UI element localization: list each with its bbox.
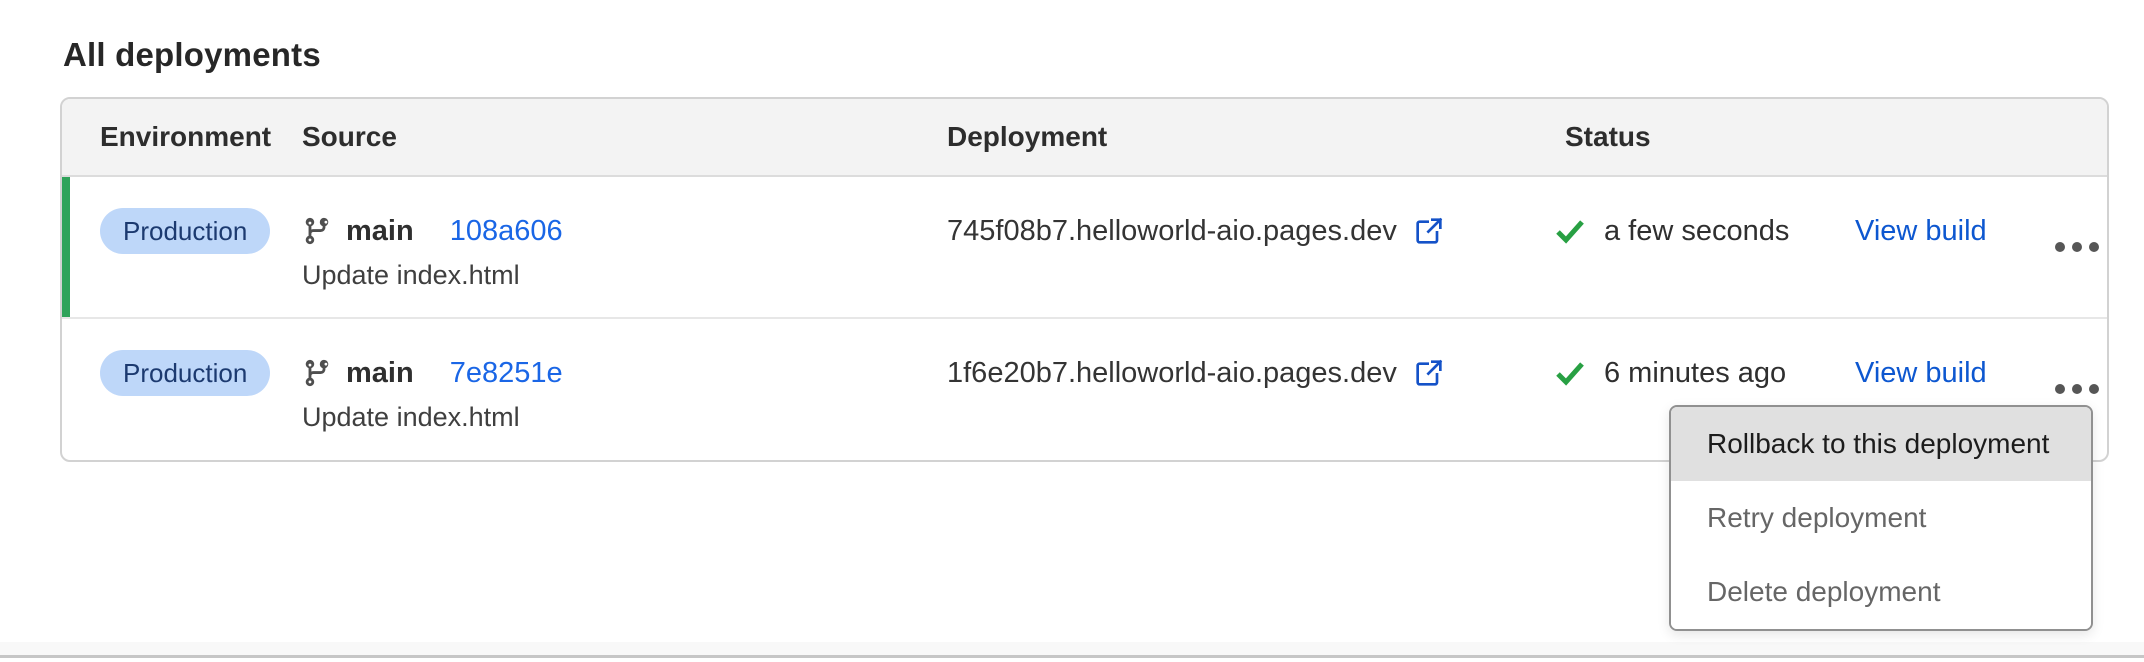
commit-message: Update index.html: [302, 260, 947, 291]
deployment-url: 745f08b7.helloworld-aio.pages.dev: [947, 215, 1397, 248]
deployment-row-latest: Production main 108a606 Update index.htm…: [62, 177, 2107, 319]
environment-cell: Production: [100, 319, 302, 460]
status-time: 6 minutes ago: [1604, 357, 1786, 390]
environment-badge: Production: [100, 350, 270, 396]
success-check-icon: [1554, 215, 1586, 247]
row-actions-menu-button[interactable]: [2055, 384, 2099, 394]
page-title: All deployments: [63, 36, 321, 74]
branch-name: main: [346, 215, 414, 248]
environment-badge: Production: [100, 208, 270, 254]
menu-item-delete[interactable]: Delete deployment: [1671, 555, 2091, 629]
commit-link[interactable]: 108a606: [450, 215, 563, 248]
deployment-url: 1f6e20b7.helloworld-aio.pages.dev: [947, 357, 1397, 390]
table-header-row: Environment Source Deployment Status: [62, 99, 2107, 177]
branch-name: main: [346, 357, 414, 390]
column-header-status: Status: [1565, 121, 1855, 153]
current-deployment-indicator-bar: [62, 177, 70, 317]
git-branch-icon: [302, 216, 332, 246]
source-cell: main 108a606 Update index.html: [302, 177, 947, 317]
environment-cell: Production: [100, 177, 302, 317]
status-time: a few seconds: [1604, 215, 1789, 248]
success-check-icon: [1554, 357, 1586, 389]
status-cell: a few seconds: [1554, 177, 1855, 317]
deployment-cell: 745f08b7.helloworld-aio.pages.dev: [947, 177, 1554, 317]
column-header-environment: Environment: [100, 121, 302, 153]
row-actions-cell: [2052, 177, 2107, 317]
column-header-deployment: Deployment: [947, 121, 1554, 153]
external-link-icon[interactable]: [1413, 215, 1445, 247]
bottom-divider: [0, 642, 2144, 658]
external-link-icon[interactable]: [1413, 357, 1445, 389]
commit-message: Update index.html: [302, 402, 947, 433]
deployment-cell: 1f6e20b7.helloworld-aio.pages.dev: [947, 319, 1554, 460]
source-cell: main 7e8251e Update index.html: [302, 319, 947, 460]
git-branch-icon: [302, 358, 332, 388]
view-build-cell: View build: [1855, 177, 2052, 317]
row-actions-menu-button[interactable]: [2055, 242, 2099, 252]
menu-item-rollback[interactable]: Rollback to this deployment: [1671, 407, 2091, 481]
deployment-actions-menu: Rollback to this deployment Retry deploy…: [1669, 405, 2093, 631]
view-build-link[interactable]: View build: [1855, 357, 1987, 390]
view-build-link[interactable]: View build: [1855, 215, 1987, 248]
menu-item-retry[interactable]: Retry deployment: [1671, 481, 2091, 555]
commit-link[interactable]: 7e8251e: [450, 357, 563, 390]
column-header-source: Source: [302, 121, 947, 153]
deployments-page: All deployments Environment Source Deplo…: [0, 0, 2144, 662]
